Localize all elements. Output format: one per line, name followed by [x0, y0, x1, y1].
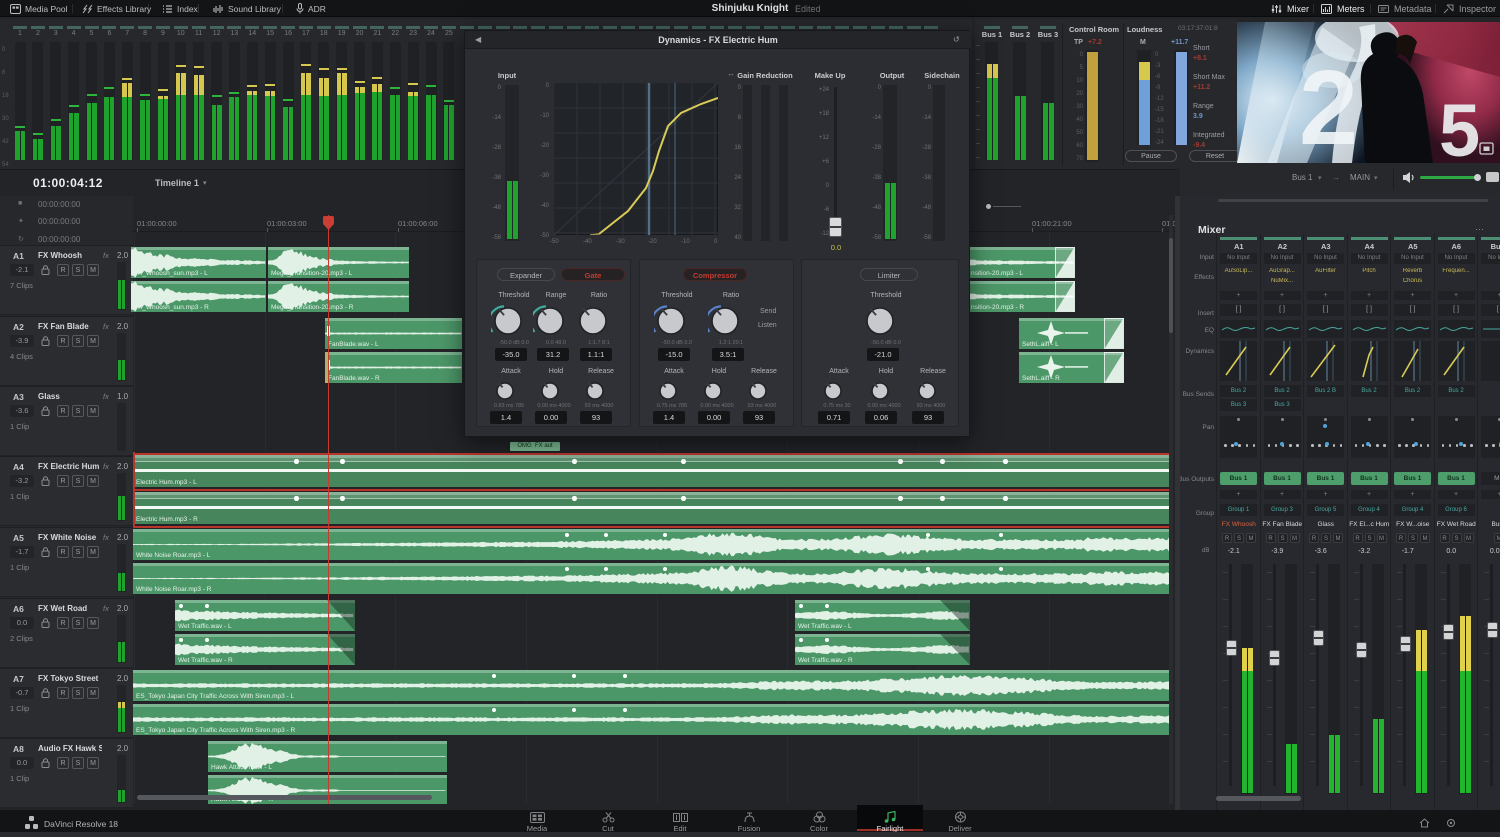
svg-text:5: 5: [1439, 89, 1480, 163]
svg-text:2: 2: [1299, 49, 1358, 163]
